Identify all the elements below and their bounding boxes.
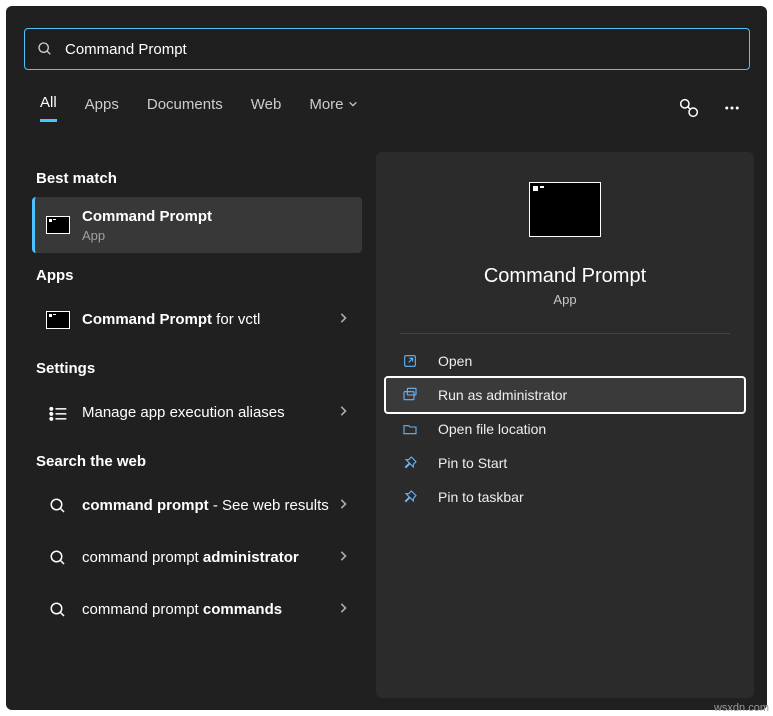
result-title: Manage app execution aliases [82, 403, 330, 423]
watermark: wsxdn.com [714, 702, 769, 714]
result-title-bold: Command Prompt [82, 311, 212, 328]
search-query-text: Command Prompt [65, 41, 187, 58]
search-icon [46, 600, 70, 620]
admin-icon [402, 387, 418, 403]
result-best-match[interactable]: Command Prompt App [32, 197, 362, 253]
tab-web[interactable]: Web [251, 96, 282, 121]
preview-actions: Open Run as administrator Open file loca… [376, 344, 754, 514]
search-icon [37, 41, 53, 57]
divider [400, 333, 730, 334]
tabs-bar: All Apps Documents Web More [40, 94, 358, 122]
result-app-vctl[interactable]: Command Prompt for vctl [32, 294, 362, 346]
action-pin-to-taskbar[interactable]: Pin to taskbar [386, 480, 744, 514]
result-title-bold: command prompt [82, 497, 209, 514]
chevron-right-icon [338, 549, 348, 567]
search-icon [46, 548, 70, 568]
open-icon [402, 353, 418, 369]
search-icon [46, 496, 70, 516]
settings-list-icon [46, 403, 70, 423]
preview-subtitle: App [376, 292, 754, 307]
start-search-panel: Command Prompt All Apps Documents Web Mo… [6, 6, 767, 710]
action-pin-to-start[interactable]: Pin to Start [386, 446, 744, 480]
section-settings: Settings [36, 360, 358, 377]
chevron-right-icon [338, 404, 348, 422]
command-prompt-icon [46, 215, 70, 235]
action-label: Open file location [438, 421, 546, 437]
result-title-rest: for vctl [212, 311, 260, 328]
preview-panel: Command Prompt App Open Run as administr… [376, 152, 754, 698]
result-web-3[interactable]: command prompt commands [32, 584, 362, 636]
action-label: Run as administrator [438, 387, 567, 403]
result-title-bold: administrator [203, 549, 299, 566]
pin-icon [402, 489, 418, 505]
chevron-right-icon [338, 311, 348, 329]
result-setting-aliases[interactable]: Manage app execution aliases [32, 387, 362, 439]
section-best-match: Best match [36, 170, 358, 187]
tab-more[interactable]: More [309, 96, 357, 121]
result-title: Command Prompt [82, 208, 212, 225]
tab-apps[interactable]: Apps [85, 96, 119, 121]
search-box[interactable]: Command Prompt [24, 28, 750, 70]
action-label: Pin to Start [438, 455, 507, 471]
chevron-right-icon [338, 497, 348, 515]
action-label: Pin to taskbar [438, 489, 524, 505]
recent-searches-icon[interactable] [679, 98, 699, 123]
chevron-down-icon [348, 99, 358, 109]
result-title-bold: commands [203, 601, 282, 618]
command-prompt-icon [46, 310, 70, 330]
preview-title: Command Prompt [376, 265, 754, 288]
tab-all[interactable]: All [40, 94, 57, 122]
result-title-pre: command prompt [82, 549, 203, 566]
more-options-icon[interactable] [723, 99, 741, 122]
preview-app-icon [529, 182, 601, 237]
action-run-as-admin[interactable]: Run as administrator [386, 378, 744, 412]
tab-documents[interactable]: Documents [147, 96, 223, 121]
tab-extras [679, 98, 741, 123]
action-label: Open [438, 353, 472, 369]
result-title-rest: - See web results [209, 497, 329, 514]
action-open[interactable]: Open [386, 344, 744, 378]
chevron-right-icon [338, 601, 348, 619]
result-subtitle: App [82, 228, 348, 243]
result-web-2[interactable]: command prompt administrator [32, 532, 362, 584]
folder-icon [402, 421, 418, 437]
result-title-pre: command prompt [82, 601, 203, 618]
section-search-web: Search the web [36, 453, 358, 470]
action-open-file-location[interactable]: Open file location [386, 412, 744, 446]
section-apps: Apps [36, 267, 358, 284]
result-web-1[interactable]: command prompt - See web results [32, 480, 362, 532]
pin-icon [402, 455, 418, 471]
tab-more-label: More [309, 96, 343, 113]
results-column: Best match Command Prompt App Apps Comma… [32, 156, 362, 636]
